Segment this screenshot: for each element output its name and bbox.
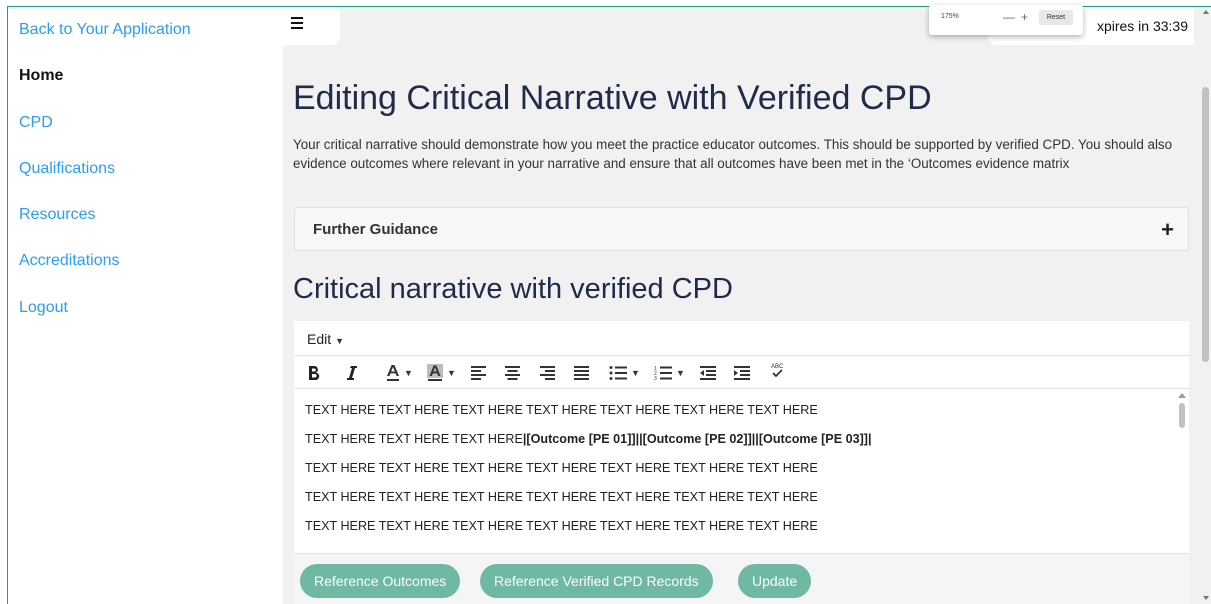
editor-line: TEXT HERE TEXT HERE TEXT HERE TEXT HERE … (305, 461, 818, 475)
editor-content-area[interactable]: TEXT HERE TEXT HERE TEXT HERE TEXT HERE … (294, 390, 1174, 550)
reference-outcomes-button[interactable]: Reference Outcomes (300, 564, 461, 598)
update-button[interactable]: Update (738, 564, 812, 598)
bold-icon[interactable] (308, 363, 320, 383)
session-expiry-text: xpires in 33:39 (1096, 18, 1188, 34)
sidebar: Back to Your Application Home CPD Qualif… (8, 7, 283, 604)
page-scroll-thumb[interactable] (1202, 87, 1209, 362)
align-right-icon[interactable] (540, 363, 555, 383)
menu-toggle-tab (283, 7, 340, 45)
scroll-up-icon[interactable] (1203, 10, 1209, 14)
sidebar-item-resources[interactable]: Resources (19, 206, 95, 224)
italic-icon[interactable] (346, 363, 358, 383)
editor-scrollbar[interactable] (1177, 393, 1187, 551)
sidebar-item-cpd[interactable]: CPD (19, 114, 53, 132)
sidebar-item-back-to-application[interactable]: Back to Your Application (19, 21, 191, 39)
scroll-down-icon[interactable] (1203, 596, 1209, 600)
align-center-icon[interactable] (505, 363, 520, 383)
text-color-icon[interactable]: ▼ (386, 363, 413, 383)
sidebar-item-accreditations[interactable]: Accreditations (19, 252, 120, 270)
zoom-in-icon[interactable]: + (1021, 10, 1028, 24)
further-guidance-accordion[interactable]: Further Guidance + (294, 207, 1189, 251)
editor-line: TEXT HERE TEXT HERE TEXT HERE TEXT HERE … (305, 403, 818, 417)
zoom-reset-button[interactable]: Reset (1039, 10, 1073, 25)
page-scrollbar[interactable] (1200, 7, 1211, 604)
svg-text:ABC: ABC (771, 364, 784, 370)
align-justify-icon[interactable] (574, 363, 589, 383)
editor-toolbar: ▼ ▼ ▼ 123 ▼ ABC (294, 357, 1189, 389)
indent-icon[interactable] (734, 363, 750, 383)
scroll-up-icon[interactable] (1178, 393, 1186, 398)
sidebar-item-home[interactable]: Home (19, 67, 63, 85)
plus-icon[interactable]: + (1161, 217, 1174, 243)
editor-scroll-thumb[interactable] (1179, 403, 1185, 428)
editor-action-bar: Reference Outcomes Reference Verified CP… (294, 553, 1189, 604)
sidebar-item-qualifications[interactable]: Qualifications (19, 160, 115, 178)
editor-menubar: Edit ▼ (294, 321, 1189, 356)
further-guidance-label: Further Guidance (313, 221, 439, 238)
svg-text:3: 3 (654, 376, 657, 381)
zoom-out-icon[interactable]: — (1003, 10, 1015, 24)
align-left-icon[interactable] (471, 363, 486, 383)
editor-line: TEXT HERE TEXT HERE TEXT HERE TEXT HERE … (305, 490, 818, 504)
zoom-popup: 175% — + Reset (929, 5, 1083, 35)
rich-text-editor: Edit ▼ ▼ ▼ ▼ 1 2 3 ▼ ABC TEXT HERE TEXT … (294, 321, 1189, 604)
zoom-level: 175% (941, 13, 959, 20)
bullet-list-icon[interactable]: ▼ (609, 363, 640, 383)
intro-text: Your critical narrative should demonstra… (293, 137, 1173, 171)
numbered-list-icon[interactable]: 123 ▼ (654, 363, 685, 383)
outcome-references: |[Outcome [PE 01]]||[Outcome [PE 02]]||[… (522, 432, 872, 446)
hamburger-menu-icon[interactable] (291, 17, 303, 29)
edit-menu[interactable]: Edit ▼ (307, 331, 344, 347)
background-color-icon[interactable]: ▼ (427, 363, 456, 383)
outdent-icon[interactable] (700, 363, 716, 383)
spellcheck-icon[interactable]: ABC (769, 361, 785, 381)
section-title: Critical narrative with verified CPD (293, 273, 733, 305)
editor-line: TEXT HERE TEXT HERE TEXT HERE|[Outcome [… (305, 432, 872, 446)
editor-line: TEXT HERE TEXT HERE TEXT HERE TEXT HERE … (305, 519, 818, 533)
page-title: Editing Critical Narrative with Verified… (293, 79, 932, 117)
main-content: xpires in 33:39 Editing Critical Narrati… (283, 7, 1200, 604)
sidebar-item-logout[interactable]: Logout (19, 299, 68, 317)
reference-verified-cpd-records-button[interactable]: Reference Verified CPD Records (480, 564, 713, 598)
